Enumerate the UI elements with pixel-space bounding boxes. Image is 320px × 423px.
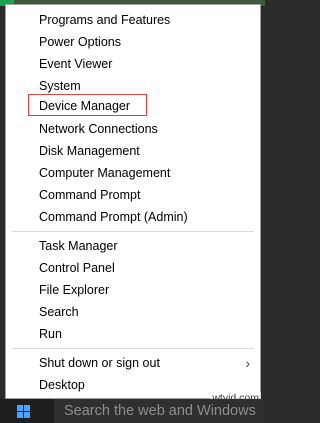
menu-item-shut-down-or-sign-out[interactable]: Shut down or sign out ›: [6, 352, 260, 374]
menu-item-file-explorer[interactable]: File Explorer: [6, 279, 260, 301]
start-button[interactable]: [0, 399, 46, 423]
menu-separator: [12, 348, 254, 349]
menu-item-command-prompt[interactable]: Command Prompt: [6, 184, 260, 206]
menu-item-label: Event Viewer: [39, 57, 113, 71]
menu-item-label: Command Prompt (Admin): [39, 210, 188, 224]
menu-item-programs-and-features[interactable]: Programs and Features: [6, 9, 260, 31]
menu-item-power-options[interactable]: Power Options: [6, 31, 260, 53]
menu-item-search[interactable]: Search: [6, 301, 260, 323]
menu-item-label: File Explorer: [39, 283, 110, 297]
menu-item-control-panel[interactable]: Control Panel: [6, 257, 260, 279]
menu-item-label: Control Panel: [39, 261, 115, 275]
menu-item-label: Programs and Features: [39, 13, 171, 27]
menu-item-event-viewer[interactable]: Event Viewer: [6, 53, 260, 75]
winx-context-menu: Programs and Features Power Options Even…: [5, 4, 261, 399]
chevron-right-icon: ›: [245, 355, 250, 371]
device-manager-highlight: [28, 94, 147, 116]
windows-logo-icon: [17, 405, 30, 418]
taskbar: Search the web and Windows: [0, 399, 265, 423]
menu-item-label: Disk Management: [39, 144, 140, 158]
menu-item-task-manager[interactable]: Task Manager: [6, 235, 260, 257]
taskbar-search-box[interactable]: Search the web and Windows: [54, 399, 265, 423]
menu-item-label: Command Prompt: [39, 188, 141, 202]
menu-separator: [12, 231, 254, 232]
menu-item-label: Desktop: [39, 378, 85, 392]
menu-item-label: Network Connections: [39, 122, 158, 136]
menu-item-network-connections[interactable]: Network Connections: [6, 118, 260, 140]
menu-item-disk-management[interactable]: Disk Management: [6, 140, 260, 162]
menu-item-label: Shut down or sign out: [39, 356, 160, 370]
menu-item-command-prompt-admin[interactable]: Command Prompt (Admin): [6, 206, 260, 228]
menu-item-computer-management[interactable]: Computer Management: [6, 162, 260, 184]
menu-item-label: Power Options: [39, 35, 121, 49]
menu-item-label: Task Manager: [39, 239, 118, 253]
menu-item-label: Search: [39, 305, 79, 319]
menu-item-label: Run: [39, 327, 62, 341]
menu-item-run[interactable]: Run: [6, 323, 260, 345]
menu-item-label: Computer Management: [39, 166, 171, 180]
